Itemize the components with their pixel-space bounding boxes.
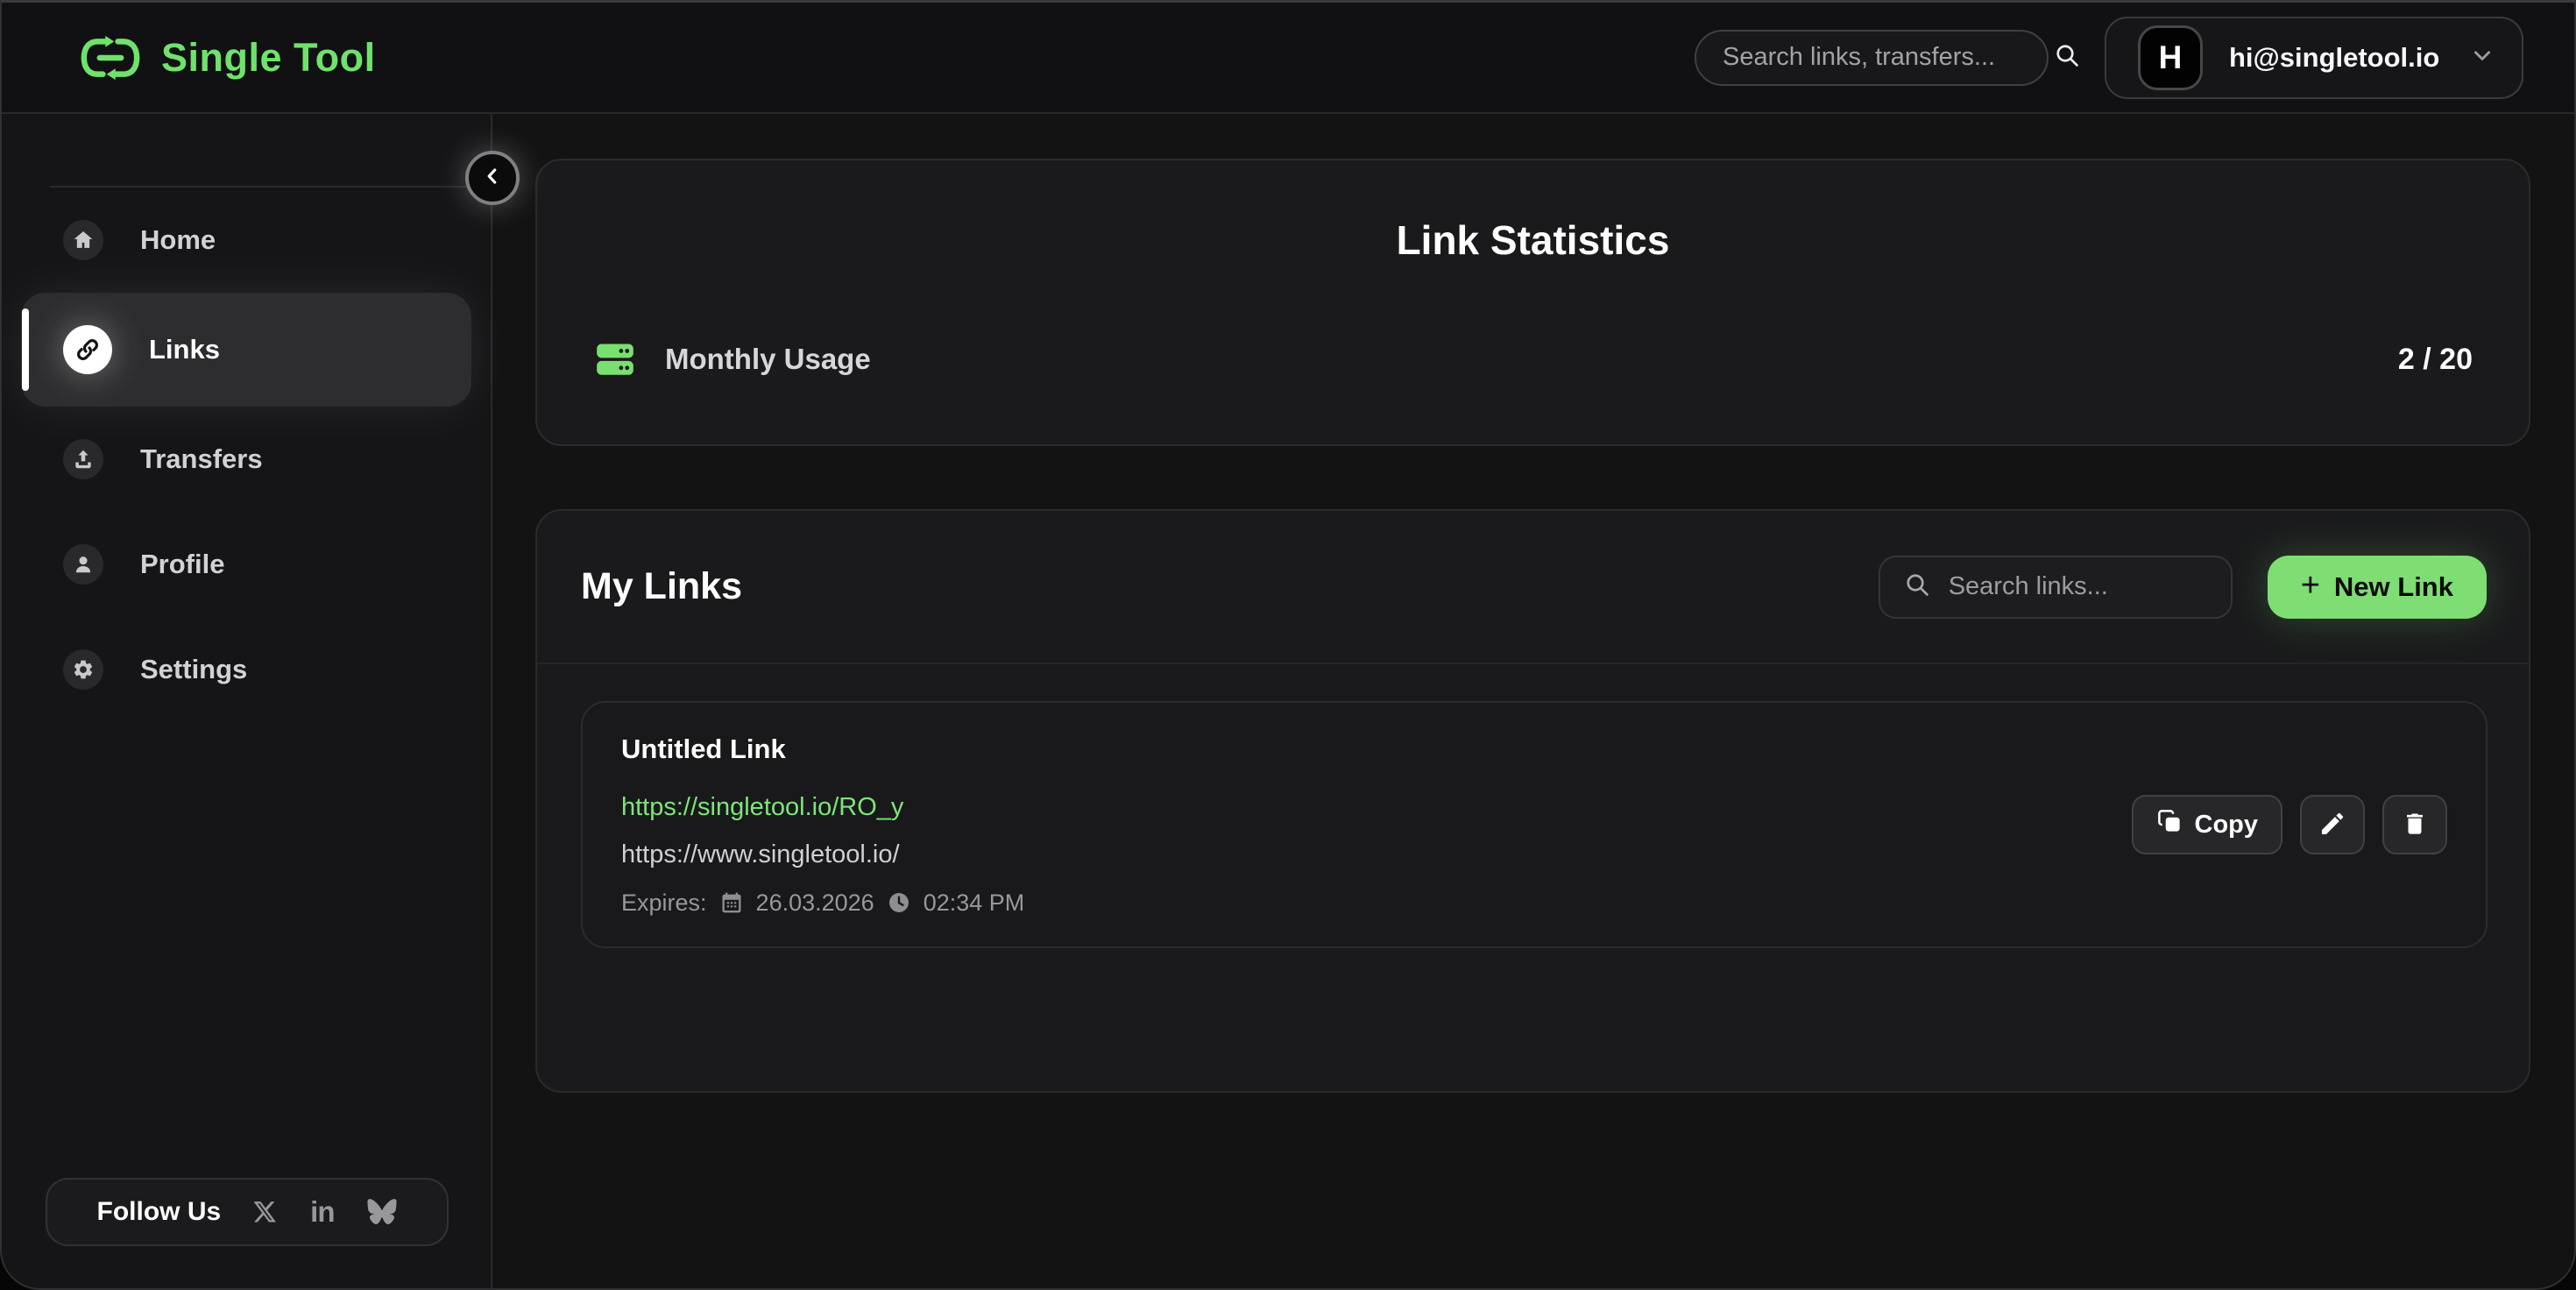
sidebar-item-transfers[interactable]: Transfers [2,407,491,512]
monthly-usage-row: Monthly Usage 2 / 20 [537,337,2529,381]
expires-date: 26.03.2026 [756,889,874,917]
transfers-icon [63,439,103,479]
sidebar-collapse-button[interactable] [465,151,520,205]
copy-button[interactable]: Copy [2132,795,2283,854]
edit-icon [2318,810,2346,840]
app-logo[interactable]: Single Tool [79,33,376,82]
edit-button[interactable] [2300,795,2365,854]
original-url: https://www.singletool.io/ [621,840,1024,869]
global-search-input[interactable] [1723,43,2053,72]
home-icon [63,220,103,260]
search-icon [1903,571,1931,603]
delete-button[interactable] [2382,795,2447,854]
copy-label: Copy [2195,811,2259,840]
sidebar-item-settings[interactable]: Settings [2,617,491,722]
clock-icon [887,890,911,915]
search-icon[interactable] [2053,41,2081,74]
plus-icon: + [2301,569,2320,602]
topbar: Single Tool H hi@singletool.io [2,3,2574,114]
logo-link-loop-icon [79,33,142,82]
follow-us-label: Follow Us [97,1197,222,1227]
delete-icon [2402,811,2428,840]
links-icon [63,325,112,374]
sidebar-item-label: Settings [140,654,247,685]
sidebar-item-label: Profile [140,549,224,580]
link-actions: Copy [2132,795,2448,854]
sidebar-item-links[interactable]: Links [21,293,471,407]
link-title: Untitled Link [621,733,1024,766]
settings-icon [63,649,103,690]
profile-icon [63,544,103,585]
main-content: Link Statistics Monthly Usage 2 / 20 My … [492,114,2574,1288]
x-icon[interactable] [252,1199,279,1225]
follow-us-panel: Follow Us in [46,1178,449,1246]
user-menu[interactable]: H hi@singletool.io [2105,17,2523,99]
monthly-usage-value: 2 / 20 [2398,343,2473,377]
expires-time: 02:34 PM [924,889,1025,917]
links-search[interactable] [1879,556,2233,619]
my-links-title: My Links [581,565,742,608]
copy-icon [2156,808,2183,841]
global-search[interactable] [1695,30,2049,86]
chevron-down-icon [2469,42,2495,73]
link-statistics-title: Link Statistics [537,160,2529,264]
links-search-input[interactable] [1949,572,2279,601]
sidebar-item-label: Transfers [140,443,263,475]
expires-label: Expires: [621,889,707,917]
sidebar-item-label: Home [140,224,216,256]
user-email: hi@singletool.io [2229,42,2439,74]
new-link-button[interactable]: + New Link [2268,556,2487,619]
sidebar-nav: Home Links Transfers [2,188,491,722]
new-link-label: New Link [2334,571,2453,603]
app-window: Single Tool H hi@singletool.io [0,0,2576,1290]
short-url-link[interactable]: https://singletool.io/RO_y [621,792,1024,822]
sidebar-item-home[interactable]: Home [2,188,491,293]
sidebar-item-label: Links [149,334,220,365]
link-expiry: Expires: 26.03.2026 02:34 PM [621,889,1024,917]
app-title: Single Tool [161,35,376,81]
sidebar-item-profile[interactable]: Profile [2,512,491,617]
chevron-left-icon [481,165,504,192]
bluesky-icon[interactable] [366,1198,398,1226]
calendar-icon [719,890,744,915]
sidebar: Home Links Transfers [2,114,492,1288]
link-statistics-card: Link Statistics Monthly Usage 2 / 20 [535,159,2530,446]
linkedin-icon[interactable]: in [310,1195,334,1229]
my-links-card: My Links + New Link [535,509,2530,1093]
avatar: H [2138,25,2203,90]
server-icon [593,337,637,381]
my-links-header: My Links + New Link [537,511,2529,664]
monthly-usage-label: Monthly Usage [665,343,871,376]
link-item: Untitled Link https://singletool.io/RO_y… [581,701,2488,948]
